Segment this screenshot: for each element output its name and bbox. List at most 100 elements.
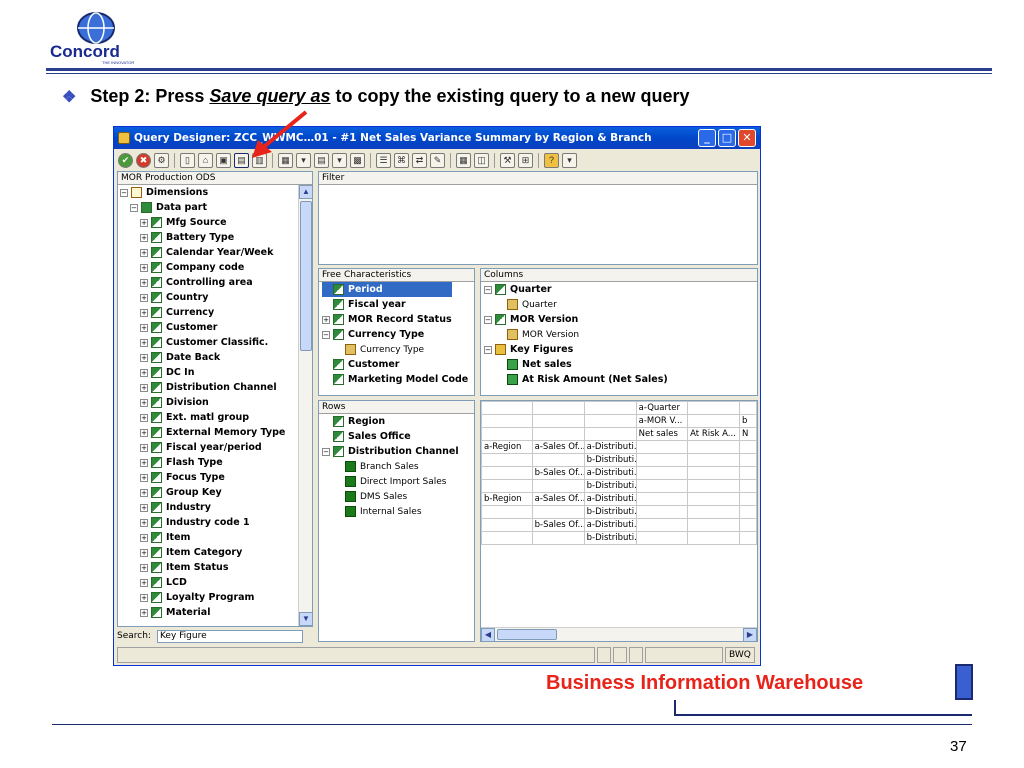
close-button[interactable]: ✕ [738,129,756,147]
tree-item[interactable]: − Dimensions [118,185,312,200]
tree-item[interactable]: + Division [118,395,312,410]
check-icon[interactable]: ✔ [118,152,133,168]
expand-icon[interactable]: + [140,563,148,572]
minimize-button[interactable]: _ [698,129,716,147]
tree-item[interactable]: + MOR Record Status [322,312,474,327]
tree-item[interactable]: − Quarter [484,282,757,297]
filter-panel[interactable]: Filter [318,171,758,265]
tree-item[interactable]: + Customer Classific. [118,335,312,350]
tree-item[interactable]: + Currency [118,305,312,320]
expand-icon[interactable]: + [140,413,148,422]
cells-icon[interactable]: ▦ [456,152,471,168]
expand-icon[interactable]: + [140,248,148,257]
tree-item[interactable]: MOR Version [484,327,757,342]
expand-icon[interactable]: + [140,473,148,482]
list-icon[interactable]: ☰ [376,152,391,168]
tree-item[interactable]: + LCD [118,575,312,590]
tree-item[interactable]: + Industry code 1 [118,515,312,530]
scroll-left-icon[interactable]: ◀ [481,628,495,641]
tree-item[interactable]: + Battery Type [118,230,312,245]
scroll-down-icon[interactable]: ▼ [299,612,312,626]
tree-item[interactable]: Sales Office [322,429,474,444]
hierarchy-icon[interactable]: ⌘ [394,152,409,168]
tree-item[interactable]: − Data part [118,200,312,215]
tree-item[interactable]: + Item Status [118,560,312,575]
tree-scrollbar[interactable]: ▲ ▼ [298,185,312,626]
expand-icon[interactable]: + [140,323,148,332]
tree-item[interactable]: + Ext. matl group [118,410,312,425]
expand-icon[interactable]: + [140,308,148,317]
open-query-icon[interactable]: ⌂ [198,152,213,168]
scroll-thumb[interactable] [300,201,312,351]
expand-icon[interactable]: + [140,428,148,437]
grid-icon[interactable]: ▩ [350,152,365,168]
tree-item[interactable]: + Country [118,290,312,305]
expand-icon[interactable]: + [140,608,148,617]
scroll-right-icon[interactable]: ▶ [743,628,757,641]
tree-item[interactable]: Internal Sales [322,504,474,519]
expand-icon[interactable]: + [140,518,148,527]
expand-icon[interactable]: + [140,278,148,287]
dropdown-arrow-icon[interactable]: ▾ [332,152,347,168]
expand-icon[interactable]: + [140,503,148,512]
swap-axes-icon[interactable]: ⇄ [412,152,427,168]
scroll-up-icon[interactable]: ▲ [299,185,312,199]
expand-icon[interactable]: + [140,233,148,242]
tree-item[interactable]: + Mfg Source [118,215,312,230]
tree-item[interactable]: Quarter [484,297,757,312]
web-icon[interactable]: ⊞ [518,152,533,168]
tree-item[interactable]: + Group Key [118,485,312,500]
properties-icon[interactable]: ⚙ [154,152,169,168]
collapse-icon[interactable]: − [130,203,138,212]
tree-item[interactable]: Currency Type [322,342,474,357]
tree-item[interactable]: + Industry [118,500,312,515]
maximize-button[interactable]: □ [718,129,736,147]
expand-icon[interactable]: + [140,293,148,302]
preview-hscrollbar[interactable]: ◀ ▶ [481,627,757,641]
expand-icon[interactable]: + [140,443,148,452]
save-query-icon[interactable]: ▣ [216,152,231,168]
tree-item[interactable]: + Item Category [118,545,312,560]
tree-item[interactable]: + Flash Type [118,455,312,470]
tree-item[interactable]: Fiscal year [322,297,474,312]
cancel-icon[interactable]: ✖ [136,152,151,168]
expand-icon[interactable]: + [140,593,148,602]
tree-item[interactable]: − Key Figures [484,342,757,357]
dropdown-arrow-icon[interactable]: ▾ [562,152,577,168]
expand-icon[interactable]: + [140,218,148,227]
tree-item[interactable]: Marketing Model Code [322,372,474,387]
expand-icon[interactable]: + [140,398,148,407]
tree-item[interactable]: − Distribution Channel [322,444,474,459]
new-query-icon[interactable]: ▯ [180,152,195,168]
tree-item[interactable]: + Fiscal year/period [118,440,312,455]
expand-icon[interactable]: + [140,338,148,347]
tree-item[interactable]: Branch Sales [322,459,474,474]
expand-icon[interactable]: + [140,458,148,467]
collapse-icon[interactable]: − [322,330,330,339]
tree-item[interactable]: Region [322,414,474,429]
tree-item[interactable]: At Risk Amount (Net Sales) [484,372,757,387]
tree-item[interactable]: + Customer [118,320,312,335]
table-view-icon[interactable]: ▤ [314,152,329,168]
window-titlebar[interactable]: Query Designer: ZCC_WWMC…01 - #1 Net Sal… [114,127,760,149]
hscroll-thumb[interactable] [497,629,557,640]
wand-icon[interactable]: ✎ [430,152,445,168]
tree-item[interactable]: + Focus Type [118,470,312,485]
tree-item[interactable]: Period [322,282,452,297]
collapse-icon[interactable]: − [322,447,330,456]
tree-item[interactable]: Direct Import Sales [322,474,474,489]
tools-icon[interactable]: ⚒ [500,152,515,168]
expand-icon[interactable]: + [140,533,148,542]
expand-icon[interactable]: + [140,383,148,392]
tree-item[interactable]: + Controlling area [118,275,312,290]
expand-icon[interactable]: + [140,353,148,362]
collapse-icon[interactable]: − [484,345,492,354]
expand-icon[interactable]: + [140,368,148,377]
tree-item[interactable]: + DC In [118,365,312,380]
tree-item[interactable]: Customer [322,357,474,372]
save-query-as-icon[interactable]: ▤ [234,152,249,168]
exceptions-icon[interactable]: ◫ [474,152,489,168]
search-input[interactable]: Key Figure [156,629,303,643]
tree-item[interactable]: + Material [118,605,312,620]
tree-item[interactable]: + Distribution Channel [118,380,312,395]
